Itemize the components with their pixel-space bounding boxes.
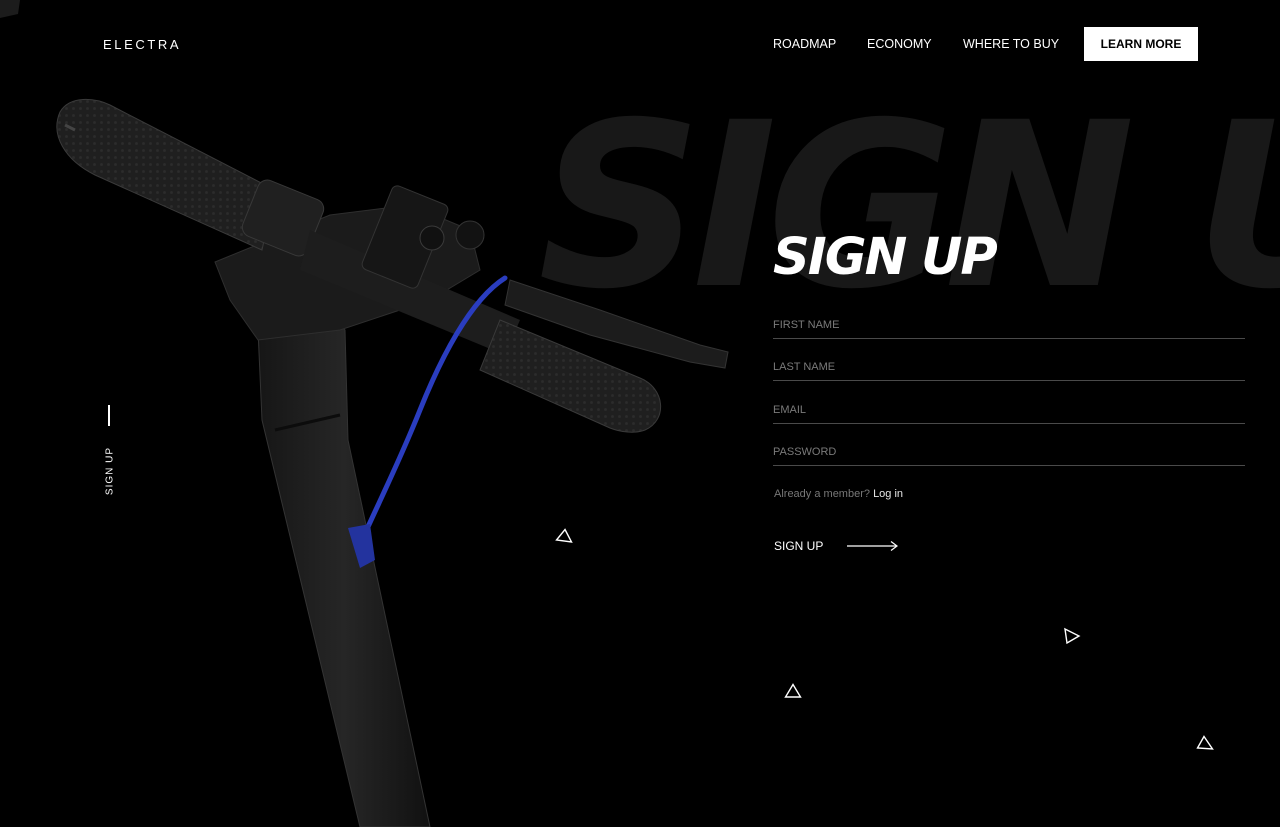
email-field: [773, 396, 1245, 424]
triangle-icon: [555, 528, 573, 543]
page-title: SIGN UP: [773, 228, 998, 287]
login-link[interactable]: Log in: [873, 488, 903, 500]
side-section-label: SIGN UP: [104, 446, 116, 496]
triangle-icon: [1064, 627, 1081, 645]
password-input[interactable]: [773, 438, 1245, 465]
triangle-icon: [1196, 735, 1214, 750]
nav-where-to-buy[interactable]: WHERE TO BUY: [963, 37, 1059, 51]
learn-more-button[interactable]: LEARN MORE: [1084, 27, 1198, 61]
last-name-input[interactable]: [773, 353, 1245, 380]
first-name-input[interactable]: [773, 311, 1245, 338]
email-input[interactable]: [773, 396, 1245, 423]
arrow-right-icon: [847, 541, 899, 551]
member-text: Already a member?: [774, 488, 870, 500]
side-divider: [108, 405, 110, 426]
first-name-field: [773, 311, 1245, 339]
nav-roadmap[interactable]: ROADMAP: [773, 37, 836, 51]
sign-up-button[interactable]: SIGN UP: [774, 536, 904, 556]
nav-economy[interactable]: ECONOMY: [867, 37, 932, 51]
triangle-icon: [784, 683, 802, 698]
sign-up-button-label: SIGN UP: [774, 539, 824, 553]
login-prompt: Already a member? Log in: [774, 488, 903, 500]
brand-logo[interactable]: ELECTRA: [103, 37, 181, 52]
password-field: [773, 438, 1245, 466]
last-name-field: [773, 353, 1245, 381]
scooter-image: [0, 0, 729, 827]
